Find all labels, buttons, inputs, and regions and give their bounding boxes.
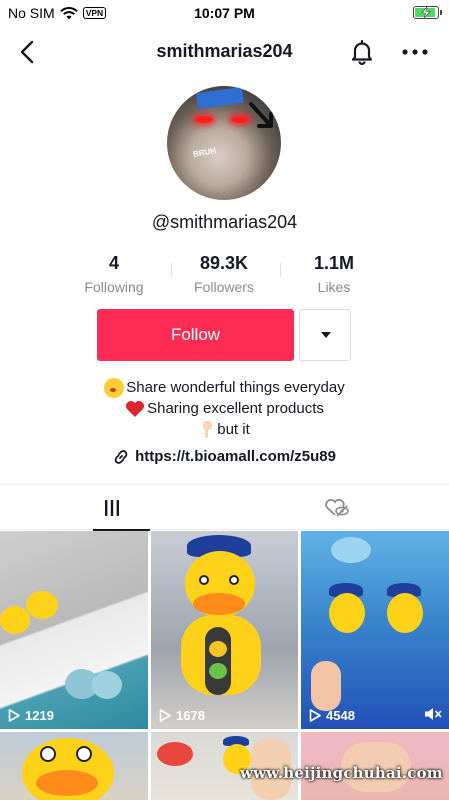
video-views: 1219	[8, 708, 54, 723]
avatar-eye-left	[195, 116, 213, 123]
thumbnail-wheel	[209, 641, 227, 657]
grid-icon	[105, 499, 119, 516]
caret-down-icon	[321, 332, 331, 338]
pointing-down-emoji-icon	[203, 420, 213, 438]
thumbnail-ball	[92, 671, 122, 699]
link-icon	[114, 449, 128, 464]
thumbnail-duck-beak	[193, 593, 245, 615]
battery-icon	[413, 6, 442, 19]
heart-eye-off-icon	[325, 498, 349, 517]
status-bar: No SIM VPN 10:07 PM	[0, 0, 449, 26]
thumbnail-water	[331, 537, 371, 563]
more-options-icon[interactable]	[400, 38, 430, 66]
thumbnail-hand	[311, 661, 341, 711]
video-view-count: 1678	[176, 708, 205, 723]
follow-button[interactable]: Follow	[97, 309, 294, 361]
tab-videos[interactable]	[0, 485, 224, 531]
bell-icon[interactable]	[348, 38, 376, 66]
kissing-face-emoji-icon	[104, 377, 125, 398]
video-views: 1678	[159, 708, 205, 723]
watermark-text: www.heijingchuhai.com	[240, 764, 443, 782]
bio-line-1: Share wonderful things everyday	[126, 379, 345, 396]
play-icon	[8, 709, 20, 722]
arrow-icon	[249, 102, 273, 128]
video-thumbnail[interactable]: 1219	[0, 531, 148, 729]
stat-following[interactable]: 4 Following	[59, 253, 169, 295]
stat-followers-label: Followers	[194, 279, 254, 295]
thumbnail-duck-beak	[36, 770, 98, 796]
thumbnail-duck-eye	[76, 746, 92, 762]
video-thumbnail[interactable]	[0, 732, 148, 800]
stat-following-value: 4	[108, 253, 119, 273]
thumbnail-duck-eye	[40, 746, 56, 762]
avatar-badge	[196, 86, 244, 110]
thumbnail-tube	[205, 627, 231, 695]
stat-following-label: Following	[84, 279, 144, 295]
muted-speaker-icon	[425, 708, 442, 720]
bio-line-3: but it	[217, 421, 250, 438]
suggested-accounts-button[interactable]	[299, 309, 351, 361]
thumbnail-toy	[157, 742, 193, 766]
bio-line-2: Sharing excellent products	[147, 400, 324, 417]
profile-header: smithmarias204	[0, 32, 449, 72]
video-grid: 1219 1678 4548	[0, 531, 449, 800]
bio-link[interactable]: https://t.bioamall.com/z5u89	[0, 448, 449, 465]
video-thumbnail[interactable]: 4548	[301, 531, 449, 729]
thumbnail-duck	[387, 593, 423, 633]
bio-link-text: https://t.bioamall.com/z5u89	[135, 448, 336, 465]
thumbnail-duck-eye	[199, 575, 209, 585]
stat-followers-value: 89.3K	[199, 253, 249, 273]
tab-liked[interactable]	[225, 485, 449, 530]
video-views: 4548	[309, 708, 355, 723]
profile-handle: @smithmarias204	[151, 212, 298, 232]
red-heart-emoji-icon	[126, 400, 145, 417]
stat-followers[interactable]: 89.3K Followers	[169, 253, 279, 295]
stat-likes[interactable]: 1.1M Likes	[279, 253, 389, 295]
profile-tabs	[0, 484, 449, 531]
thumbnail-wheel	[209, 663, 227, 679]
thumbnail-duck	[26, 591, 58, 619]
video-view-count: 1219	[25, 708, 54, 723]
avatar-caption: BRUH	[192, 146, 217, 159]
thumbnail-duck	[329, 593, 365, 633]
stat-likes-label: Likes	[317, 279, 351, 295]
play-icon	[309, 709, 321, 722]
play-icon	[159, 709, 171, 722]
thumbnail-duck-eye	[229, 575, 239, 585]
video-thumbnail[interactable]: 1678	[151, 531, 298, 729]
profile-stats: 4 Following 89.3K Followers 1.1M Likes	[0, 253, 449, 298]
header-title: smithmarias204	[156, 41, 293, 61]
video-view-count: 4548	[326, 708, 355, 723]
thumbnail-duck	[0, 606, 30, 634]
status-time: 10:07 PM	[194, 5, 255, 21]
avatar[interactable]: BRUH	[167, 86, 281, 200]
profile-bio: Share wonderful things everyday Sharing …	[0, 377, 449, 440]
stat-likes-value: 1.1M	[313, 253, 355, 273]
